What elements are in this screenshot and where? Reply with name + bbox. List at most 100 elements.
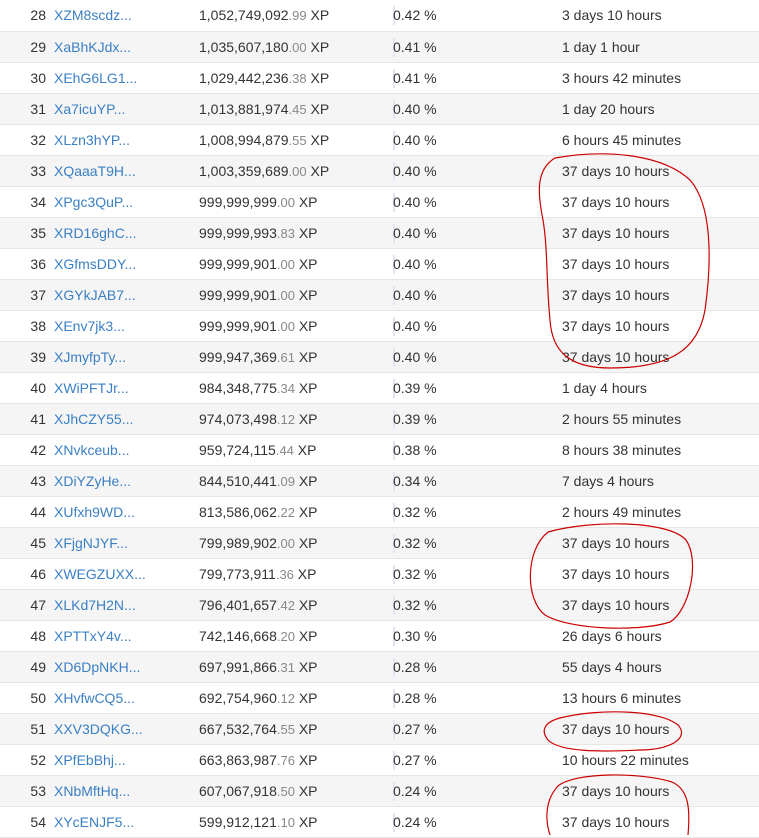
xp-decimal: .34 [276,381,295,396]
percent-cell: 0.40 % [393,132,437,148]
xp-integer: 1,029,442,236 [199,70,289,86]
xp-integer: 999,947,369 [199,349,277,365]
table-row: 45 XFjgNJYF... 799,989,902.00 XP 0.32 % 37 d… [0,528,759,559]
xp-cell: 999,999,901.00 XP [199,280,318,311]
percent-cell: 0.40 % [393,256,437,272]
xp-decimal: .00 [276,257,295,272]
address-link[interactable]: XEhG6LG1... [54,63,137,94]
table-row: 53 XNbMftHq... 607,067,918.50 XP 0.24 % 37 d… [0,776,759,807]
xp-unit: XP [306,132,330,148]
last-seen-cell: 2 hours 55 minutes [562,411,682,427]
xp-unit: XP [294,628,318,644]
rank-cell: 43 [30,473,46,489]
percent-cell: 0.40 % [393,318,437,334]
xp-cell: 1,013,881,974.45 XP [199,94,329,125]
address-link[interactable]: XDiYZyHe... [54,466,131,497]
table-row: 38 XEnv7jk3... 999,999,901.00 XP 0.40 % 37 d… [0,311,759,342]
address-link[interactable]: XWEGZUXX... [54,559,146,590]
percent-cell: 0.32 % [393,566,437,582]
address-link[interactable]: XHvfwCQ5... [54,683,135,714]
last-seen-cell: 7 days 4 hours [562,473,654,489]
percent-cell: 0.38 % [393,442,437,458]
table-row: 39 XJmyfpTy... 999,947,369.61 XP 0.40 % 37 d… [0,342,759,373]
last-seen-cell: 1 day 4 hours [562,380,647,396]
address-link[interactable]: XLzn3hYP... [54,125,130,156]
xp-unit: XP [294,256,318,272]
xp-decimal: .76 [276,753,295,768]
percent-cell: 0.42 % [393,7,437,23]
xp-cell: 974,073,498.12 XP [199,404,318,435]
rank-cell: 29 [30,39,46,55]
percent-cell: 0.30 % [393,628,437,644]
address-link[interactable]: XPTTxY4v... [54,621,132,652]
xp-cell: 999,999,993.83 XP [199,218,318,249]
address-link[interactable]: XNbMftHq... [54,776,130,807]
address-link[interactable]: XFjgNJYF... [54,528,128,559]
xp-integer: 984,348,775 [199,380,277,396]
last-seen-cell: 37 days 10 hours [562,535,670,551]
address-link[interactable]: XEnv7jk3... [54,311,125,342]
last-seen-cell: 37 days 10 hours [562,597,670,613]
table-row: 35 XRD16ghC... 999,999,993.83 XP 0.40 % 37 d… [0,218,759,249]
rank-cell: 53 [30,783,46,799]
xp-unit: XP [294,783,318,799]
address-link[interactable]: XQaaaT9H... [54,156,136,187]
address-link[interactable]: XXV3DQKG... [54,714,143,745]
xp-integer: 999,999,999 [199,194,277,210]
percent-cell: 0.32 % [393,597,437,613]
xp-decimal: .00 [276,288,295,303]
table-row: 48 XPTTxY4v... 742,146,668.20 XP 0.30 % 26 d… [0,621,759,652]
xp-decimal: .50 [276,784,295,799]
address-link[interactable]: XRD16ghC... [54,218,136,249]
address-link[interactable]: XD6DpNKH... [54,652,140,683]
xp-unit: XP [306,7,330,23]
address-link[interactable]: XJmyfpTy... [54,342,126,373]
leaderboard-table: 28 XZM8scdz... 1,052,749,092.99 XP 0.42 % 3 … [0,0,759,838]
rank-cell: 49 [30,659,46,675]
xp-cell: 796,401,657.42 XP [199,590,318,621]
percent-cell: 0.24 % [393,814,437,830]
xp-integer: 844,510,441 [199,473,277,489]
xp-cell: 742,146,668.20 XP [199,621,318,652]
rank-cell: 54 [30,814,46,830]
address-link[interactable]: XLKd7H2N... [54,590,136,621]
address-link[interactable]: XNvkceub... [54,435,129,466]
xp-unit: XP [306,70,330,86]
xp-cell: 999,999,999.00 XP [199,187,318,218]
rank-cell: 33 [30,163,46,179]
last-seen-cell: 1 day 20 hours [562,101,655,117]
xp-decimal: .12 [276,691,295,706]
xp-decimal: .22 [276,505,295,520]
last-seen-cell: 37 days 10 hours [562,318,670,334]
rank-cell: 32 [30,132,46,148]
xp-integer: 692,754,960 [199,690,277,706]
address-link[interactable]: Xa7icuYP... [54,94,125,125]
address-link[interactable]: XZM8scdz... [54,0,132,31]
xp-decimal: .00 [276,536,295,551]
address-link[interactable]: XWiPFTJr... [54,373,129,404]
address-link[interactable]: XGfmsDDY... [54,249,136,280]
xp-unit: XP [294,380,318,396]
address-link[interactable]: XYcENJF5... [54,807,134,838]
last-seen-cell: 10 hours 22 minutes [562,752,689,768]
rank-cell: 41 [30,411,46,427]
table-row: 36 XGfmsDDY... 999,999,901.00 XP 0.40 % 37 d… [0,249,759,280]
percent-cell: 0.28 % [393,690,437,706]
percent-cell: 0.40 % [393,163,437,179]
rank-cell: 42 [30,442,46,458]
address-link[interactable]: XGYkJAB7... [54,280,136,311]
address-link[interactable]: XaBhKJdx... [54,32,131,63]
address-link[interactable]: XUfxh9WD... [54,497,135,528]
address-link[interactable]: XPfEbBhj... [54,745,126,776]
xp-unit: XP [293,566,317,582]
last-seen-cell: 8 hours 38 minutes [562,442,682,458]
last-seen-cell: 37 days 10 hours [562,287,670,303]
xp-integer: 599,912,121 [199,814,277,830]
address-link[interactable]: XPgc3QuP... [54,187,133,218]
address-link[interactable]: XJhCZY55... [54,404,133,435]
xp-cell: 1,035,607,180.00 XP [199,32,329,63]
xp-unit: XP [294,535,318,551]
table-row: 50 XHvfwCQ5... 692,754,960.12 XP 0.28 % 13 h… [0,683,759,714]
rank-cell: 44 [30,504,46,520]
last-seen-cell: 37 days 10 hours [562,225,670,241]
